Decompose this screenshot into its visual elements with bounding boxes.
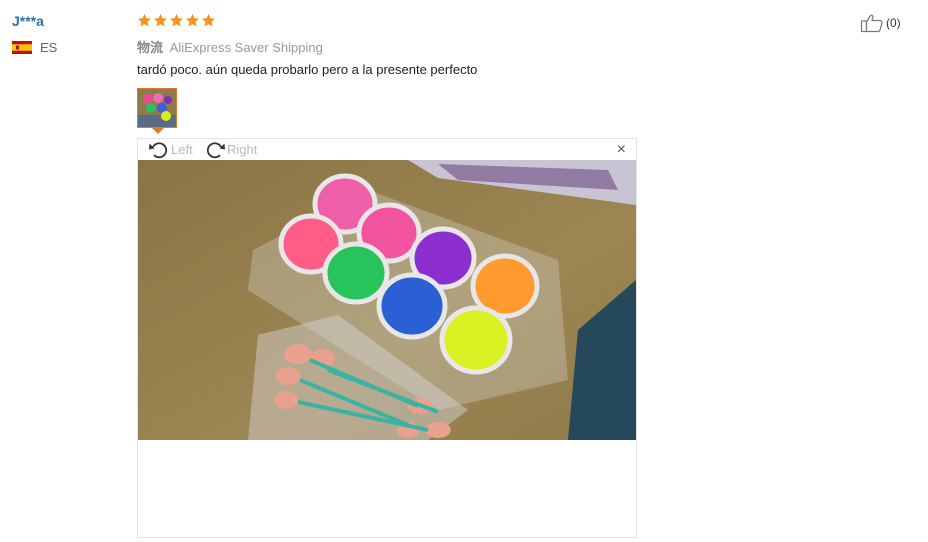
thumbnail-pointer (152, 128, 164, 134)
reviewer-name: J***a (12, 13, 44, 29)
helpful-button[interactable]: (0) (860, 13, 901, 33)
rotate-left-icon (149, 141, 168, 158)
rating-stars (137, 13, 216, 28)
shipping-info: 物流 AliExpress Saver Shipping (137, 37, 323, 56)
country-code: ES (40, 40, 58, 55)
review-photo (138, 160, 636, 440)
close-viewer-button[interactable]: × (617, 141, 626, 159)
rotate-right-label: Right (227, 142, 258, 157)
rotate-right-icon (206, 141, 225, 158)
viewer-toolbar: Left Right × (138, 139, 636, 160)
rotate-right-button[interactable]: Right (204, 139, 257, 160)
photo-viewer: Left Right × (137, 138, 637, 538)
rotate-left-button[interactable]: Left (148, 139, 193, 160)
thumbs-up-icon (860, 14, 883, 33)
logistics-label: 物流 (137, 40, 164, 55)
star-icon (137, 13, 152, 27)
star-icon (169, 13, 184, 27)
star-icon (201, 13, 216, 27)
review-photo-thumbnail[interactable] (137, 88, 177, 128)
spain-flag-icon (12, 41, 32, 54)
review-text: tardó poco. aún queda probarlo pero a la… (137, 62, 478, 77)
star-icon (153, 13, 168, 27)
shipping-method: AliExpress Saver Shipping (169, 40, 323, 55)
helpful-count: (0) (886, 16, 901, 30)
review-photo-image (138, 160, 636, 440)
thumbnail-image (138, 89, 176, 127)
reviewer-country: ES (12, 40, 57, 55)
rotate-left-label: Left (171, 142, 193, 157)
star-icon (185, 13, 200, 27)
